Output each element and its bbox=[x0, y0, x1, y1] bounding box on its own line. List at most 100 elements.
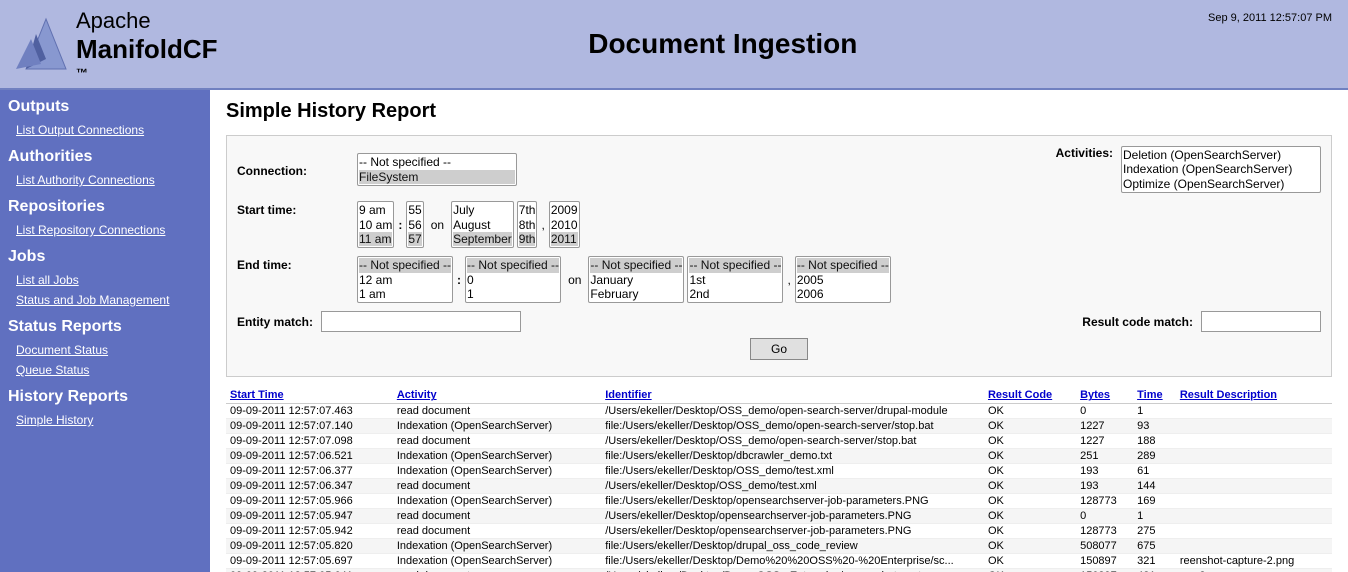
table-cell-time: 188 bbox=[1133, 434, 1176, 449]
table-cell-result-code: OK bbox=[984, 554, 1076, 569]
table-cell-time: 93 bbox=[1133, 419, 1176, 434]
table-cell-activity: read document bbox=[393, 404, 601, 419]
table-cell-identifier: file:/Users/ekeller/Desktop/OSS_demo/ope… bbox=[601, 419, 984, 434]
table-cell-activity: read document bbox=[393, 434, 601, 449]
table-row: 09-09-2011 12:57:07.463read document/Use… bbox=[226, 404, 1332, 419]
table-cell-result-code: OK bbox=[984, 464, 1076, 479]
sidebar-item-list-output-connections[interactable]: List Output Connections bbox=[0, 120, 210, 140]
sidebar-item-list-all-jobs[interactable]: List all Jobs bbox=[0, 270, 210, 290]
table-row: 09-09-2011 12:57:07.098read document/Use… bbox=[226, 434, 1332, 449]
table-cell-bytes: 508077 bbox=[1076, 539, 1133, 554]
table-cell-time: 275 bbox=[1133, 524, 1176, 539]
table-cell-bytes: 193 bbox=[1076, 479, 1133, 494]
table-cell-identifier: /Users/ekeller/Desktop/OSS_demo/test.xml bbox=[601, 479, 984, 494]
table-cell-time: 675 bbox=[1133, 539, 1176, 554]
table-cell-result-code: OK bbox=[984, 479, 1076, 494]
start-time-selects: 9 am 10 am 11 am : 55 56 57 on July Augu… bbox=[357, 201, 580, 248]
sidebar-item-simple-history[interactable]: Simple History bbox=[0, 410, 210, 430]
table-cell-start-time: 09-09-2011 12:57:05.820 bbox=[226, 539, 393, 554]
sidebar-section-authorities: Authorities bbox=[0, 140, 210, 170]
end-minute-select[interactable]: -- Not specified -- 0 1 bbox=[465, 256, 561, 303]
col-activity[interactable]: Activity bbox=[393, 387, 601, 404]
table-cell-time: 321 bbox=[1133, 554, 1176, 569]
table-cell-result-code: OK bbox=[984, 509, 1076, 524]
table-cell-activity: read document bbox=[393, 509, 601, 524]
table-cell-start-time: 09-09-2011 12:57:07.463 bbox=[226, 404, 393, 419]
table-cell-bytes: 150897 bbox=[1076, 554, 1133, 569]
sidebar-item-status-and-job-management[interactable]: Status and Job Management bbox=[0, 290, 210, 310]
table-cell-start-time: 09-09-2011 12:57:05.942 bbox=[226, 524, 393, 539]
table-cell-identifier: /Users/ekeller/Desktop/OSS_demo/open-sea… bbox=[601, 404, 984, 419]
table-cell-result-description bbox=[1176, 479, 1332, 494]
table-row: 09-09-2011 12:57:06.377Indexation (OpenS… bbox=[226, 464, 1332, 479]
start-minute-select[interactable]: 55 56 57 bbox=[406, 201, 423, 248]
table-cell-start-time: 09-09-2011 12:57:07.140 bbox=[226, 419, 393, 434]
table-cell-result-code: OK bbox=[984, 524, 1076, 539]
table-cell-time: 61 bbox=[1133, 464, 1176, 479]
results-tbody: 09-09-2011 12:57:07.463read document/Use… bbox=[226, 404, 1332, 572]
table-row: 09-09-2011 12:57:05.966Indexation (OpenS… bbox=[226, 494, 1332, 509]
table-cell-bytes: 1227 bbox=[1076, 434, 1133, 449]
table-cell-start-time: 09-09-2011 12:57:06.521 bbox=[226, 449, 393, 464]
result-code-match-input[interactable] bbox=[1201, 311, 1321, 332]
sidebar-item-document-status[interactable]: Document Status bbox=[0, 340, 210, 360]
table-cell-activity: Indexation (OpenSearchServer) bbox=[393, 494, 601, 509]
col-identifier[interactable]: Identifier bbox=[601, 387, 984, 404]
start-year-select[interactable]: 2009 2010 2011 bbox=[549, 201, 580, 248]
table-row: 09-09-2011 12:57:06.521Indexation (OpenS… bbox=[226, 449, 1332, 464]
table-cell-time: 169 bbox=[1133, 494, 1176, 509]
col-time[interactable]: Time bbox=[1133, 387, 1176, 404]
table-cell-identifier: /Users/ekeller/Desktop/opensearchserver-… bbox=[601, 524, 984, 539]
table-header-row: Start Time Activity Identifier Result Co… bbox=[226, 387, 1332, 404]
table-cell-result-description bbox=[1176, 494, 1332, 509]
table-cell-bytes: 128773 bbox=[1076, 524, 1133, 539]
start-day-select[interactable]: 7th 8th 9th bbox=[517, 201, 538, 248]
table-cell-bytes: 251 bbox=[1076, 449, 1133, 464]
go-row: Go bbox=[237, 338, 1321, 360]
table-cell-result-code: OK bbox=[984, 419, 1076, 434]
table-cell-start-time: 09-09-2011 12:57:06.377 bbox=[226, 464, 393, 479]
end-year-select[interactable]: -- Not specified -- 2005 2006 bbox=[795, 256, 891, 303]
end-day-select[interactable]: -- Not specified -- 1st 2nd bbox=[687, 256, 783, 303]
sidebar-item-list-authority-connections[interactable]: List Authority Connections bbox=[0, 170, 210, 190]
start-month-select[interactable]: July August September bbox=[451, 201, 514, 248]
sidebar-item-list-repository-connections[interactable]: List Repository Connections bbox=[0, 220, 210, 240]
connection-filesystem: FileSystem bbox=[359, 170, 515, 184]
table-cell-result-code: OK bbox=[984, 494, 1076, 509]
results-table: Start Time Activity Identifier Result Co… bbox=[226, 387, 1332, 571]
table-cell-result-description bbox=[1176, 404, 1332, 419]
table-cell-result-code: OK bbox=[984, 539, 1076, 554]
table-cell-bytes: 193 bbox=[1076, 464, 1133, 479]
activities-select[interactable]: Deletion (OpenSearchServer) Indexation (… bbox=[1121, 146, 1321, 193]
colon1: : bbox=[397, 218, 403, 232]
table-row: 09-09-2011 12:57:05.697Indexation (OpenS… bbox=[226, 554, 1332, 569]
table-cell-start-time: 09-09-2011 12:57:06.347 bbox=[226, 479, 393, 494]
col-bytes[interactable]: Bytes bbox=[1076, 387, 1133, 404]
sidebar-section-status-reports: Status Reports bbox=[0, 310, 210, 340]
table-cell-result-description bbox=[1176, 434, 1332, 449]
header-logo: Apache ManifoldCF™ bbox=[16, 8, 218, 80]
start-hour-select[interactable]: 9 am 10 am 11 am bbox=[357, 201, 394, 248]
sidebar-item-queue-status[interactable]: Queue Status bbox=[0, 360, 210, 380]
sidebar-section-outputs: Outputs bbox=[0, 90, 210, 120]
table-cell-time: 1 bbox=[1133, 404, 1176, 419]
table-cell-bytes: 1227 bbox=[1076, 419, 1133, 434]
end-hour-select[interactable]: -- Not specified -- 12 am 1 am bbox=[357, 256, 453, 303]
header-logo-text: Apache ManifoldCF™ bbox=[76, 8, 218, 80]
table-cell-activity: Indexation (OpenSearchServer) bbox=[393, 449, 601, 464]
table-cell-result-code: OK bbox=[984, 404, 1076, 419]
table-cell-identifier: file:/Users/ekeller/Desktop/OSS_demo/tes… bbox=[601, 464, 984, 479]
go-button[interactable]: Go bbox=[750, 338, 808, 360]
col-result-code[interactable]: Result Code bbox=[984, 387, 1076, 404]
end-time-row: End time: -- Not specified -- 12 am 1 am… bbox=[237, 256, 1321, 303]
col-start-time[interactable]: Start Time bbox=[226, 387, 393, 404]
form-area: Connection: -- Not specified -- FileSyst… bbox=[226, 135, 1332, 378]
table-cell-result-description: reenshot-capture-2.png bbox=[1176, 554, 1332, 569]
table-row: 09-09-2011 12:57:06.347read document/Use… bbox=[226, 479, 1332, 494]
on-label-start: on bbox=[427, 218, 448, 232]
table-cell-bytes: 128773 bbox=[1076, 494, 1133, 509]
table-cell-activity: Indexation (OpenSearchServer) bbox=[393, 464, 601, 479]
entity-match-input[interactable] bbox=[321, 311, 521, 332]
end-month-select[interactable]: -- Not specified -- January February bbox=[588, 256, 684, 303]
connection-select[interactable]: -- Not specified -- FileSystem bbox=[357, 153, 517, 186]
